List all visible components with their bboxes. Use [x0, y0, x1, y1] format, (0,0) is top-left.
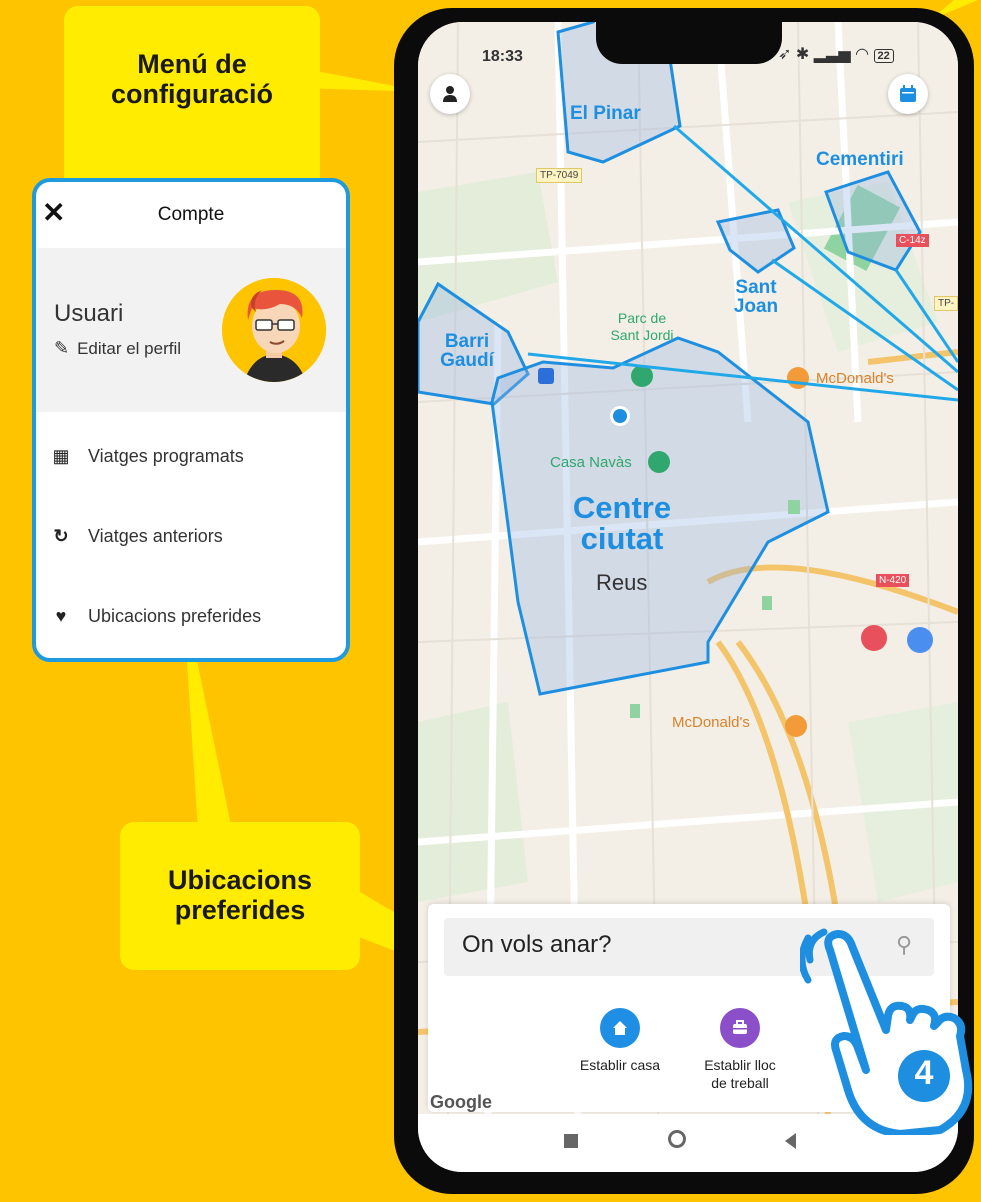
battery-status-icon: 22: [873, 49, 894, 63]
zone-label-cementiri: Cementiri: [816, 149, 904, 170]
heart-icon: ♥: [55, 606, 67, 626]
set-work-label-line2: de treball: [711, 1075, 769, 1092]
callout-ubicacions-up-pointer: [186, 646, 232, 830]
road-label-tp: TP-: [934, 296, 958, 311]
road-label-tp7049: TP-7049: [536, 168, 583, 183]
recents-icon[interactable]: [564, 1134, 578, 1148]
calendar-icon: [900, 85, 916, 102]
account-title: Compte: [157, 204, 225, 225]
poi-casa-navas[interactable]: Casa Navàs: [550, 454, 632, 471]
menu-item-label: Viatges programats: [88, 446, 244, 466]
zone-label-centre-ciutat: Centre ciutat: [572, 490, 672, 556]
avatar[interactable]: [222, 278, 326, 382]
road-label-c14z: C-14z: [896, 234, 929, 247]
city-label: Reus: [596, 570, 648, 595]
profile-section: Usuari ✎ Editar el perfil: [36, 248, 346, 412]
home-icon: [613, 1021, 627, 1035]
account-panel: ✕ Compte Usuari ✎ Editar el perfil ▦ Viat…: [32, 178, 350, 662]
scheduled-trips-button[interactable]: [888, 74, 928, 114]
edit-profile-label: Editar el perfil: [77, 339, 182, 358]
set-home-button[interactable]: [600, 1008, 640, 1048]
status-time: 18:33: [482, 48, 523, 65]
menu-item-viatges-anteriors[interactable]: ↻ Viatges anteriors: [52, 526, 223, 547]
signal-status-icon: ▂▃▅: [813, 46, 851, 63]
bluetooth-status-icon: ✱: [795, 46, 810, 63]
set-home-label[interactable]: Establir casa: [560, 1056, 680, 1074]
step-number-badge: 4: [914, 1054, 934, 1092]
poi-mcdonalds-1[interactable]: McDonald's: [816, 370, 894, 387]
menu-item-viatges-programats[interactable]: ▦ Viatges programats: [52, 446, 244, 467]
person-icon: [443, 86, 457, 102]
status-icons: ➶ ✱ ▂▃▅ ◠ 22: [778, 44, 894, 64]
menu-item-ubicacions-preferides[interactable]: ♥ Ubicacions preferides: [52, 606, 261, 627]
google-logo: Google: [430, 1092, 492, 1112]
back-icon[interactable]: [784, 1132, 798, 1150]
poi-mcdonalds-2[interactable]: McDonald's: [672, 714, 750, 731]
zone-label-el-pinar: El Pinar: [570, 103, 641, 124]
location-status-icon: ➶: [778, 46, 792, 63]
account-menu-button[interactable]: [430, 74, 470, 114]
menu-item-label: Viatges anteriors: [88, 526, 223, 546]
set-work-label-line1: Establir lloc: [704, 1057, 776, 1073]
tap-hand-icon: [800, 928, 973, 1135]
phone-notch: [596, 22, 782, 64]
home-nav-icon[interactable]: [668, 1130, 686, 1148]
wifi-status-icon: ◠: [855, 46, 870, 63]
briefcase-icon: [733, 1020, 747, 1034]
avatar-illustration: [222, 278, 326, 382]
road-label-n420: N-420: [876, 574, 910, 587]
account-header: ✕ Compte: [36, 182, 346, 248]
edit-profile-link[interactable]: ✎ Editar el perfil: [54, 338, 181, 359]
username: Usuari: [54, 300, 124, 327]
callout-menu: Menú de configuració: [64, 6, 320, 196]
poi-parc-sant-jordi[interactable]: Parc de Sant Jordi: [602, 310, 682, 344]
zone-label-barri-gaudi: Barri Gaudí: [440, 331, 494, 371]
zone-label-sant-joan: Sant Joan: [733, 277, 779, 317]
history-icon: ↻: [53, 526, 69, 546]
menu-item-label: Ubicacions preferides: [88, 606, 262, 626]
calendar-icon: ▦: [52, 446, 70, 466]
callout-ubicacions: Ubicacions preferides: [120, 822, 360, 970]
set-work-button[interactable]: [720, 1008, 760, 1048]
set-work-label[interactable]: Establir lloc de treball: [680, 1056, 800, 1092]
callout-menu-text: Menú de configuració: [110, 49, 273, 109]
edit-icon: ✎: [54, 338, 70, 358]
callout-ubicacions-text: Ubicacions preferides: [167, 865, 313, 925]
